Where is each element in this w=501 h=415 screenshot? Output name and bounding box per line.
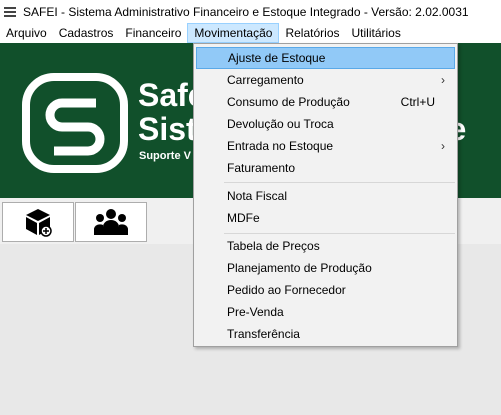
menu-item-ajuste-de-estoque[interactable]: Ajuste de Estoque — [196, 47, 455, 69]
safei-logo — [22, 73, 128, 173]
users-group-icon — [94, 209, 128, 235]
menu-utilitarios[interactable]: Utilitários — [346, 23, 407, 43]
menu-item-planejamento-de-producao[interactable]: Planejamento de Produção — [196, 257, 455, 279]
menu-item-label: Transferência — [227, 327, 300, 341]
menu-item-faturamento[interactable]: Faturamento — [196, 157, 455, 179]
menu-financeiro[interactable]: Financeiro — [119, 23, 187, 43]
menu-item-devolucao-ou-troca[interactable]: Devolução ou Troca — [196, 113, 455, 135]
menu-item-label: Pedido ao Fornecedor — [227, 283, 346, 297]
title-bar: SAFEI - Sistema Administrativo Financeir… — [0, 0, 501, 23]
menu-cadastros[interactable]: Cadastros — [53, 23, 120, 43]
menu-item-label: Tabela de Preços — [227, 239, 320, 253]
menu-item-label: Pre-Venda — [227, 305, 284, 319]
users-group-button[interactable] — [75, 202, 147, 242]
banner-subtitle: Suporte V — [139, 150, 191, 162]
box-add-button[interactable] — [2, 202, 74, 242]
menu-item-label: Faturamento — [227, 161, 296, 175]
menu-item-label: Consumo de Produção — [227, 95, 350, 109]
menu-bar: Arquivo Cadastros Financeiro Movimentaçã… — [0, 23, 501, 43]
menu-item-label: Entrada no Estoque — [227, 139, 334, 153]
menu-item-label: Nota Fiscal — [227, 189, 288, 203]
menu-item-label: Devolução ou Troca — [227, 117, 334, 131]
menu-item-label: Planejamento de Produção — [227, 261, 372, 275]
menu-arquivo[interactable]: Arquivo — [0, 23, 53, 43]
window-title: SAFEI - Sistema Administrativo Financeir… — [23, 4, 469, 19]
menu-item-label: MDFe — [227, 211, 260, 225]
box-add-icon — [26, 209, 52, 237]
menu-item-pedido-ao-fornecedor[interactable]: Pedido ao Fornecedor — [196, 279, 455, 301]
menu-item-entrada-no-estoque[interactable]: Entrada no Estoque › — [196, 135, 455, 157]
menu-item-carregamento[interactable]: Carregamento › — [196, 69, 455, 91]
menu-item-tabela-de-precos[interactable]: Tabela de Preços — [196, 235, 455, 257]
menu-movimentacao[interactable]: Movimentação — [187, 23, 280, 43]
menu-item-label: Carregamento — [227, 73, 304, 87]
menu-item-consumo-de-producao[interactable]: Consumo de Produção Ctrl+U — [196, 91, 455, 113]
menu-relatorios[interactable]: Relatórios — [279, 23, 345, 43]
menu-separator — [224, 233, 455, 234]
menu-item-shortcut: Ctrl+U — [400, 95, 435, 109]
menu-item-nota-fiscal[interactable]: Nota Fiscal — [196, 185, 455, 207]
chevron-right-icon: › — [441, 139, 445, 153]
menu-separator — [224, 182, 455, 183]
menu-item-transferencia[interactable]: Transferência — [196, 323, 455, 345]
chevron-right-icon: › — [441, 73, 445, 87]
menu-item-pre-venda[interactable]: Pre-Venda — [196, 301, 455, 323]
menu-item-mdfe[interactable]: MDFe — [196, 207, 455, 229]
menu-item-label: Ajuste de Estoque — [228, 51, 326, 65]
app-icon — [4, 6, 16, 17]
movimentacao-dropdown: Ajuste de Estoque Carregamento › Consumo… — [193, 43, 458, 347]
